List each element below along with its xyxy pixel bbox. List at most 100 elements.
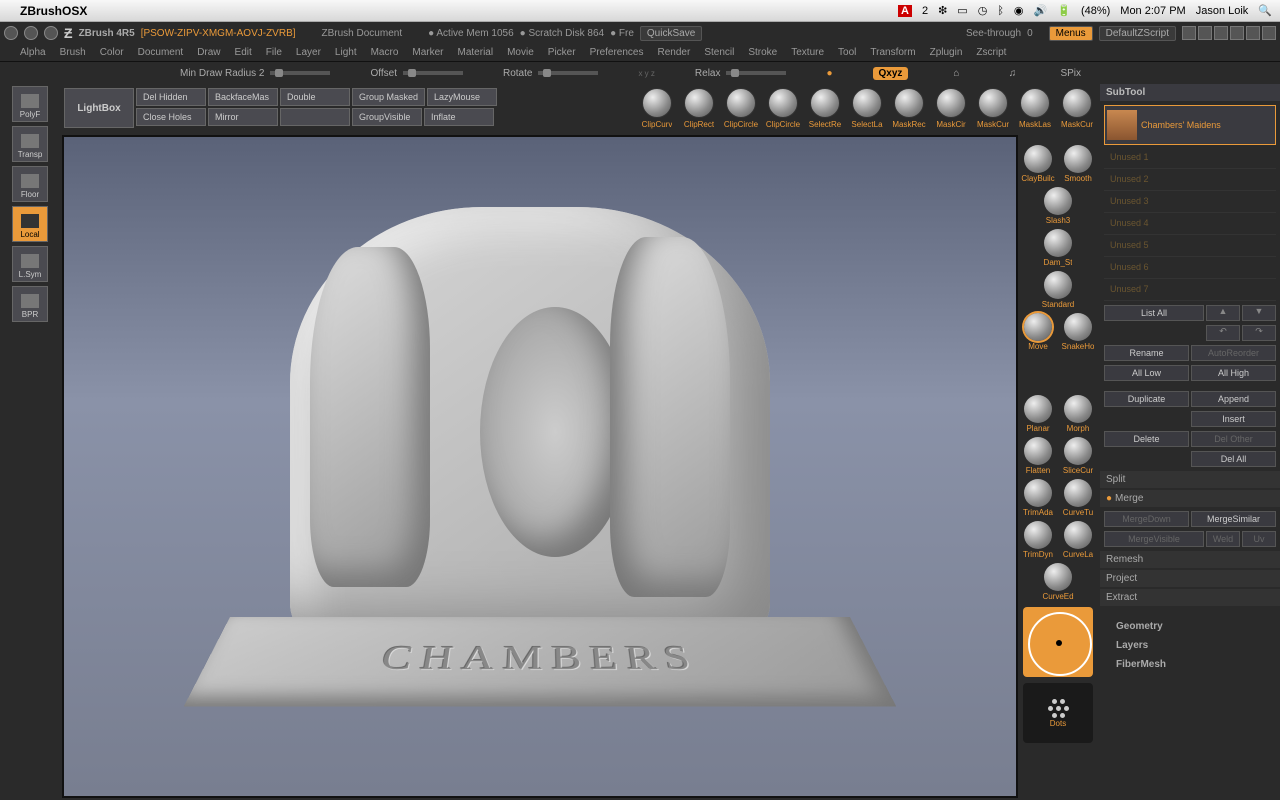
- duplicate-button[interactable]: Duplicate: [1104, 391, 1189, 407]
- wifi-icon[interactable]: ◉: [1014, 4, 1024, 17]
- dots-widget[interactable]: Dots: [1023, 683, 1093, 743]
- weld-button[interactable]: Weld: [1206, 531, 1240, 547]
- default-zscript-button[interactable]: DefaultZScript: [1099, 26, 1176, 41]
- insert-button[interactable]: Insert: [1191, 411, 1276, 427]
- display-icon[interactable]: ▭: [957, 4, 967, 17]
- brush-snakeho[interactable]: SnakeHo: [1060, 313, 1096, 351]
- home-icon[interactable]: ⌂: [948, 65, 964, 81]
- menu-document[interactable]: Document: [138, 47, 184, 58]
- rotate-slider[interactable]: Rotate: [503, 68, 598, 79]
- lock-icon[interactable]: [1262, 26, 1276, 40]
- brush-flatten[interactable]: Flatten: [1020, 437, 1056, 475]
- layout2-icon[interactable]: [1198, 26, 1212, 40]
- brush-curveed[interactable]: CurveEd: [1040, 563, 1076, 601]
- brush-maskcir[interactable]: MaskCir: [932, 88, 970, 129]
- subtool-slot[interactable]: Unused 2: [1104, 171, 1276, 191]
- subtool-header[interactable]: SubTool: [1100, 84, 1280, 101]
- btn-backfacemas[interactable]: BackfaceMas: [208, 88, 278, 106]
- menu-brush[interactable]: Brush: [60, 47, 86, 58]
- brush-standard[interactable]: Standard: [1040, 271, 1076, 309]
- battery-icon[interactable]: 🔋: [1057, 4, 1071, 17]
- tool-l-sym[interactable]: L.Sym: [12, 246, 48, 282]
- volume-icon[interactable]: 🔊: [1034, 4, 1048, 17]
- menu-light[interactable]: Light: [335, 47, 357, 58]
- append-button[interactable]: Append: [1191, 391, 1276, 407]
- quicksave-button[interactable]: QuickSave: [640, 26, 702, 41]
- layout3-icon[interactable]: [1214, 26, 1228, 40]
- bluetooth-icon[interactable]: ᛒ: [997, 5, 1004, 17]
- mergevisible-button[interactable]: MergeVisible: [1104, 531, 1204, 547]
- brush-clipcircle[interactable]: ClipCircle: [722, 88, 760, 129]
- brush-smooth[interactable]: Smooth: [1060, 145, 1096, 183]
- tool-local[interactable]: Local: [12, 206, 48, 242]
- xyz-button[interactable]: Qxyz: [873, 67, 909, 80]
- brush-maskcur[interactable]: MaskCur: [974, 88, 1012, 129]
- user-name[interactable]: Jason Loik: [1196, 5, 1249, 17]
- mergedown-button[interactable]: MergeDown: [1104, 511, 1189, 527]
- menu-stencil[interactable]: Stencil: [704, 47, 734, 58]
- menu-macro[interactable]: Macro: [371, 47, 399, 58]
- menu-color[interactable]: Color: [100, 47, 124, 58]
- tool-polyf[interactable]: PolyF: [12, 86, 48, 122]
- menu-movie[interactable]: Movie: [507, 47, 534, 58]
- layout4-icon[interactable]: [1230, 26, 1244, 40]
- btn-empty[interactable]: [280, 108, 350, 126]
- lightbox-button[interactable]: LightBox: [64, 88, 134, 128]
- window-min-icon[interactable]: [4, 26, 18, 40]
- brush-curvetu[interactable]: CurveTu: [1060, 479, 1096, 517]
- sync-icon[interactable]: ❇: [938, 4, 947, 17]
- fibermesh-section[interactable]: FiberMesh: [1100, 656, 1280, 673]
- brush-planar[interactable]: Planar: [1020, 395, 1056, 433]
- menus-button[interactable]: Menus: [1049, 26, 1093, 41]
- arrow-left-button[interactable]: ↶: [1206, 325, 1240, 341]
- menu-zplugin[interactable]: Zplugin: [930, 47, 963, 58]
- menu-layer[interactable]: Layer: [296, 47, 321, 58]
- window-close-icon[interactable]: [24, 26, 38, 40]
- merge-section[interactable]: Merge: [1100, 490, 1280, 507]
- btn-inflate[interactable]: Inflate: [424, 108, 494, 126]
- btn-group-masked[interactable]: Group Masked: [352, 88, 425, 106]
- menu-picker[interactable]: Picker: [548, 47, 576, 58]
- brush-trimada[interactable]: TrimAda: [1020, 479, 1056, 517]
- btn-close-holes[interactable]: Close Holes: [136, 108, 206, 126]
- layout5-icon[interactable]: [1246, 26, 1260, 40]
- uv-button[interactable]: Uv: [1242, 531, 1276, 547]
- brush-trimdyn[interactable]: TrimDyn: [1020, 521, 1056, 559]
- list-all-button[interactable]: List All: [1104, 305, 1204, 321]
- brush-cliprect[interactable]: ClipRect: [680, 88, 718, 129]
- toggle-dot[interactable]: ●: [826, 68, 832, 79]
- layers-section[interactable]: Layers: [1100, 637, 1280, 654]
- subtool-slot[interactable]: Unused 6: [1104, 259, 1276, 279]
- brush-curvela[interactable]: CurveLa: [1060, 521, 1096, 559]
- brush-morph[interactable]: Morph: [1060, 395, 1096, 433]
- all-high-button[interactable]: All High: [1191, 365, 1276, 381]
- layout-icon[interactable]: [1182, 26, 1196, 40]
- btn-double[interactable]: Double: [280, 88, 350, 106]
- tool-transp[interactable]: Transp: [12, 126, 48, 162]
- autoreorder-button[interactable]: AutoReorder: [1191, 345, 1276, 361]
- menu-preferences[interactable]: Preferences: [590, 47, 644, 58]
- project-section[interactable]: Project: [1100, 570, 1280, 587]
- rename-button[interactable]: Rename: [1104, 345, 1189, 361]
- timemachine-icon[interactable]: ◷: [978, 4, 988, 17]
- brush-slicecur[interactable]: SliceCur: [1060, 437, 1096, 475]
- delete-button[interactable]: Delete: [1104, 431, 1189, 447]
- subtool-slot[interactable]: Unused 3: [1104, 193, 1276, 213]
- nav-gizmo[interactable]: [1023, 607, 1093, 677]
- brush-maskrec[interactable]: MaskRec: [890, 88, 928, 129]
- menu-tool[interactable]: Tool: [838, 47, 856, 58]
- btn-lazymouse[interactable]: LazyMouse: [427, 88, 497, 106]
- del-all-button[interactable]: Del All: [1191, 451, 1276, 467]
- brush-masklas[interactable]: MaskLas: [1016, 88, 1054, 129]
- menu-texture[interactable]: Texture: [791, 47, 824, 58]
- relax-slider[interactable]: Relax: [695, 68, 787, 79]
- brush-clipcurv[interactable]: ClipCurv: [638, 88, 676, 129]
- brush-slash3[interactable]: Slash3: [1040, 187, 1076, 225]
- tool-bpr[interactable]: BPR: [12, 286, 48, 322]
- spix-label[interactable]: SPix: [1060, 68, 1081, 79]
- subtool-slot[interactable]: Unused 7: [1104, 281, 1276, 301]
- btn-groupvisible[interactable]: GroupVisible: [352, 108, 422, 126]
- brush-dam_st[interactable]: Dam_St: [1040, 229, 1076, 267]
- menu-render[interactable]: Render: [658, 47, 691, 58]
- menu-file[interactable]: File: [266, 47, 282, 58]
